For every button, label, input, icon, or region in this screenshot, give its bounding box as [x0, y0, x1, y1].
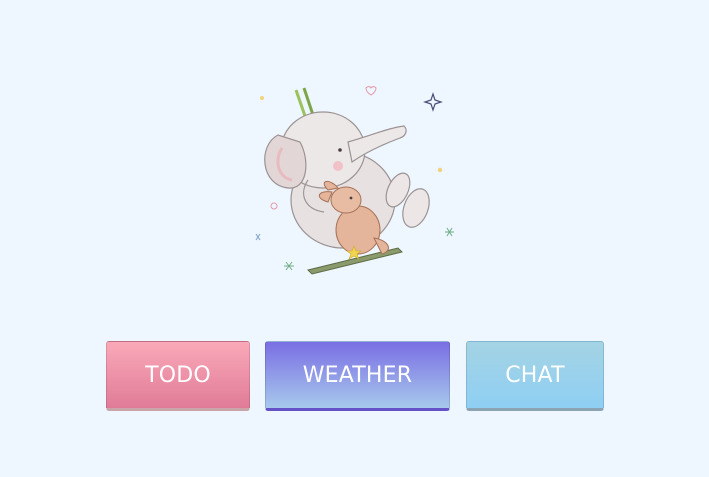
- weather-button[interactable]: WEATHER: [265, 341, 450, 411]
- weather-button-label: WEATHER: [302, 362, 413, 388]
- elephant-swing-illustration: [248, 80, 462, 280]
- todo-button-label: TODO: [145, 362, 211, 388]
- chat-button[interactable]: CHAT: [466, 341, 604, 411]
- todo-button[interactable]: TODO: [106, 341, 250, 411]
- elephant-swing-icon: [255, 86, 454, 275]
- chat-button-label: CHAT: [505, 362, 565, 388]
